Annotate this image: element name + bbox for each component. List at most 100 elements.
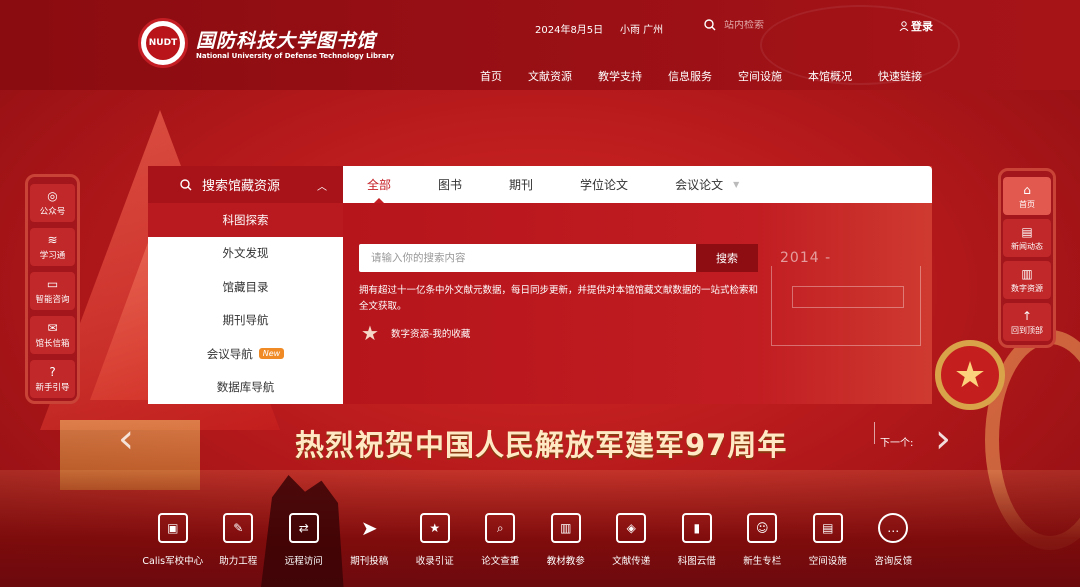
mail-icon: ✉	[47, 321, 58, 335]
library-name[interactable]: 国防科技大学图书馆	[196, 26, 376, 53]
search-side-menu: 搜索馆藏资源 ︿ 科图探索 外文发现 馆藏目录 期刊导航 会议导航 New 数据库…	[148, 166, 343, 404]
search-main-panel: 全部 图书 期刊 学位论文 会议论文 ▼ 搜索 2014 - 拥有超过十一亿条中…	[343, 166, 932, 404]
left-float-bar: ◎ 公众号 ≋ 学习通 ▭ 智能咨询 ✉ 馆长信箱 ? 新手引导	[25, 174, 80, 404]
quick-remote[interactable]: ⇄ 远程访问	[271, 513, 337, 567]
right-bar-label: 首页	[1019, 199, 1035, 209]
quick-label: 新生专栏	[743, 556, 782, 567]
search-icon	[180, 178, 192, 190]
support-icon: ✎	[223, 513, 254, 543]
left-bar-study[interactable]: ≋ 学习通	[30, 228, 75, 266]
left-bar-label: 公众号	[39, 207, 66, 217]
chart-icon: ▥	[1021, 266, 1033, 281]
chat-icon: ▭	[46, 277, 59, 291]
nav-resources[interactable]: 文献资源	[528, 68, 572, 84]
main-nav: 首页 文献资源 教学支持 信息服务 空间设施 本馆概况 快速链接	[480, 68, 948, 84]
quick-label: 收录引证	[415, 556, 454, 567]
side-item-label: 数据库导航	[216, 380, 275, 395]
right-bar-label: 回到顶部	[1011, 325, 1043, 335]
space-icon: ▤	[812, 513, 843, 543]
right-bar-home[interactable]: ⌂ 首页	[1003, 177, 1051, 215]
next-divider	[874, 422, 875, 444]
left-bar-label: 智能咨询	[35, 295, 70, 305]
left-bar-label: 新手引导	[35, 383, 70, 393]
delivery-icon: ◈	[616, 513, 647, 543]
quick-calis[interactable]: ▣ Calis军校中心	[140, 513, 206, 567]
right-bar-label: 数字资源	[1011, 283, 1043, 293]
home-icon: ⌂	[1023, 182, 1031, 197]
nav-home[interactable]: 首页	[480, 68, 502, 84]
tab-all[interactable]: 全部	[367, 166, 391, 203]
carousel-prev-icon[interactable]: ‹	[118, 416, 134, 462]
quick-links-bar: ▣ Calis军校中心 ✎ 助力工程 ⇄ 远程访问 ➤ 期刊投稿 ★ 收录引证 ⌕ 论文查重…	[140, 513, 926, 567]
quick-label: 期刊投稿	[350, 556, 389, 567]
banner-star-icon: ★	[935, 340, 1005, 410]
citation-icon: ★	[419, 513, 450, 543]
favorites-label: 数字资源-我的收藏	[391, 329, 471, 340]
quick-label: 科图云借	[677, 556, 716, 567]
nav-about[interactable]: 本馆概况	[808, 68, 852, 84]
new-badge: New	[258, 348, 285, 360]
search-tabs: 全部 图书 期刊 学位论文 会议论文 ▼	[343, 166, 932, 203]
left-bar-mailbox[interactable]: ✉ 馆长信箱	[30, 316, 75, 354]
quick-textbooks[interactable]: ▥ 教材教参	[533, 513, 599, 567]
side-item-database-nav[interactable]: 数据库导航	[148, 371, 343, 405]
login-button[interactable]: 登录	[899, 18, 933, 34]
nav-facilities[interactable]: 空间设施	[738, 68, 782, 84]
quick-plagiarism[interactable]: ⌕ 论文查重	[468, 513, 534, 567]
left-bar-guide[interactable]: ? 新手引导	[30, 360, 75, 398]
side-item-label: 外文发现	[222, 246, 269, 261]
side-item-conference-nav[interactable]: 会议导航 New	[148, 337, 343, 371]
right-bar-top[interactable]: ↑ 回到顶部	[1003, 303, 1051, 341]
news-icon: ▤	[1021, 224, 1033, 239]
tab-theses[interactable]: 学位论文	[580, 166, 628, 203]
quick-cloud[interactable]: ▮ 科图云借	[664, 513, 730, 567]
right-float-bar: ⌂ 首页 ▤ 新闻动态 ▥ 数字资源 ↑ 回到顶部	[998, 168, 1056, 348]
quick-submit[interactable]: ➤ 期刊投稿	[337, 513, 403, 567]
right-bar-label: 新闻动态	[1011, 241, 1043, 251]
quick-feedback[interactable]: … 咨询反馈	[861, 513, 927, 567]
feedback-icon: …	[878, 513, 909, 543]
nav-teaching[interactable]: 教学支持	[598, 68, 642, 84]
quick-label: 空间设施	[808, 556, 847, 567]
search-side-header[interactable]: 搜索馆藏资源 ︿	[148, 166, 343, 203]
cloud-icon: ▮	[681, 513, 712, 543]
search-input[interactable]	[359, 244, 696, 272]
search-row: 搜索	[359, 244, 758, 272]
tab-books[interactable]: 图书	[438, 166, 462, 203]
search-icon[interactable]	[704, 19, 716, 31]
chevron-up-icon[interactable]: ︿	[317, 178, 327, 193]
side-item-foreign[interactable]: 外文发现	[148, 237, 343, 271]
tab-journals[interactable]: 期刊	[509, 166, 533, 203]
quick-freshman[interactable]: ☺ 新生专栏	[730, 513, 796, 567]
carousel-next-label[interactable]: 下一个:	[880, 434, 913, 449]
quick-space[interactable]: ▤ 空间设施	[795, 513, 861, 567]
star-icon: ★	[361, 321, 379, 345]
library-name-en: National University of Defense Technolog…	[196, 52, 395, 60]
banner-slogan: 热烈祝贺中国人民解放军建军97周年	[295, 428, 788, 462]
quick-citation[interactable]: ★ 收录引证	[402, 513, 468, 567]
login-label: 登录	[911, 20, 933, 33]
quick-label: 助力工程	[219, 556, 258, 567]
site-search-input[interactable]	[724, 19, 844, 31]
my-favorites-link[interactable]: ★ 数字资源-我的收藏	[361, 322, 470, 344]
quick-delivery[interactable]: ◈ 文献传递	[599, 513, 665, 567]
nav-services[interactable]: 信息服务	[668, 68, 712, 84]
search-panel: 搜索馆藏资源 ︿ 科图探索 外文发现 馆藏目录 期刊导航 会议导航 New 数据库…	[148, 166, 932, 404]
side-item-catalog[interactable]: 馆藏目录	[148, 270, 343, 304]
carousel-next-icon[interactable]: ›	[935, 416, 951, 462]
tab-conference-papers[interactable]: 会议论文	[675, 166, 723, 203]
weather-info: 小雨 广州	[620, 25, 664, 36]
chevron-down-icon[interactable]: ▼	[733, 180, 739, 189]
side-item-kt-explore[interactable]: 科图探索	[148, 203, 343, 237]
right-bar-news[interactable]: ▤ 新闻动态	[1003, 219, 1051, 257]
left-bar-label: 馆长信箱	[35, 339, 70, 349]
search-button[interactable]: 搜索	[696, 244, 758, 272]
left-bar-consult[interactable]: ▭ 智能咨询	[30, 272, 75, 310]
library-logo[interactable]: NUDT	[138, 18, 188, 68]
calis-icon: ▣	[157, 513, 188, 543]
quick-support[interactable]: ✎ 助力工程	[206, 513, 272, 567]
nav-quick-links[interactable]: 快速链接	[878, 68, 922, 84]
left-bar-wechat[interactable]: ◎ 公众号	[30, 184, 75, 222]
right-bar-digital[interactable]: ▥ 数字资源	[1003, 261, 1051, 299]
side-item-journal-nav[interactable]: 期刊导航	[148, 304, 343, 338]
